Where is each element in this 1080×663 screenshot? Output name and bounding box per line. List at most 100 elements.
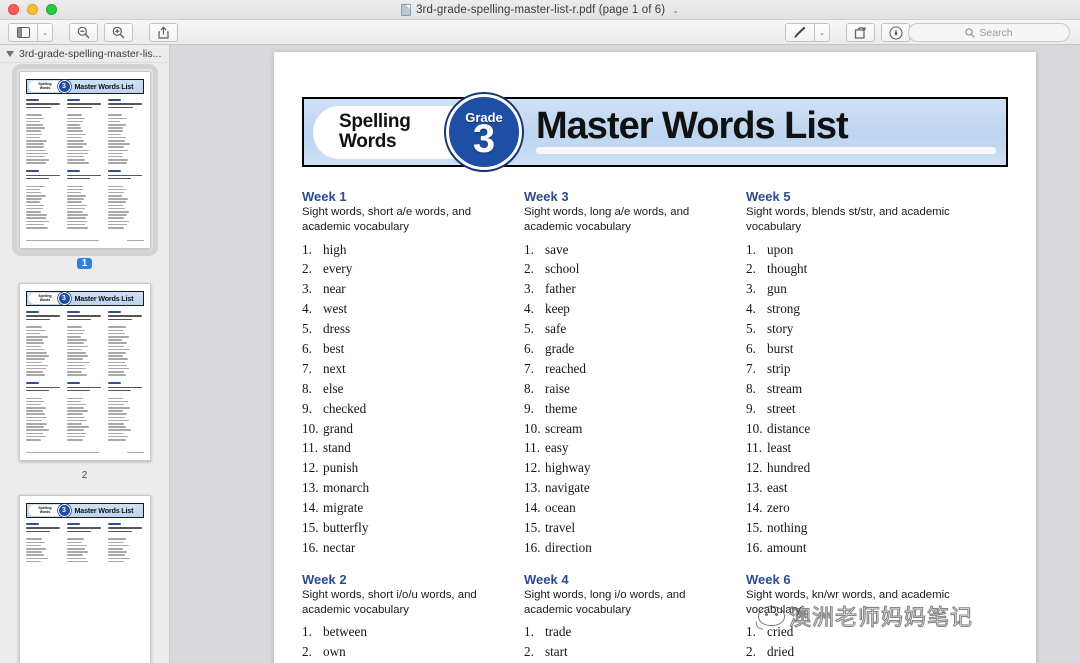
word-item: 8. else	[302, 382, 512, 402]
word-item: 15. nothing	[746, 521, 956, 541]
word-list: 1. save 2. school 3. father 4. keep 5. safe 6…	[524, 241, 734, 561]
word-number: 5.	[524, 321, 534, 337]
word-text: grade	[545, 341, 575, 357]
word-number: 2.	[746, 644, 756, 660]
markup-dropdown[interactable]: ⌄	[814, 23, 830, 42]
word-item: 11. least	[746, 441, 956, 461]
search-field[interactable]: Search	[908, 23, 1070, 42]
word-number: 13.	[746, 480, 763, 496]
thumbnail-page-3[interactable]: Spelling Words 3 Master Words List	[18, 495, 151, 663]
thumbnail-list: Spelling Words 3 Master Words List 1 Spe…	[0, 63, 169, 663]
week-heading: Week 5	[746, 189, 791, 204]
thumbnail-page-1[interactable]: Spelling Words 3 Master Words List	[11, 64, 158, 256]
word-number: 14.	[302, 500, 319, 516]
word-text: direction	[545, 539, 592, 555]
toolbar-right-group: ⌄	[785, 23, 916, 42]
word-number: 13.	[302, 480, 319, 496]
word-number: 5.	[302, 321, 312, 337]
chevron-down-icon: ⌄	[42, 29, 48, 37]
pdf-page: Spelling Words Grade 3 Master Words List…	[274, 52, 1036, 663]
word-item: 4. keep	[524, 302, 734, 322]
sidebar-header[interactable]: 3rd-grade-spelling-master-lis...	[0, 45, 169, 63]
share-button[interactable]	[149, 23, 178, 42]
thumb-title: Master Words List	[74, 294, 134, 303]
close-window-button[interactable]	[8, 4, 19, 15]
word-text: near	[323, 281, 346, 297]
word-number: 7.	[302, 360, 312, 376]
word-number: 8.	[524, 380, 534, 396]
sidebar-view-button[interactable]	[8, 23, 37, 42]
word-number: 13.	[524, 480, 541, 496]
thumbnail-item-3[interactable]: Spelling Words 3 Master Words List	[0, 495, 169, 663]
word-number: 12.	[524, 460, 541, 476]
word-number: 1.	[524, 241, 534, 257]
chevron-down-icon[interactable]: ⌄	[672, 6, 679, 15]
minimize-window-button[interactable]	[27, 4, 38, 15]
document-title: Master Words List	[536, 105, 849, 147]
word-item: 2. dried	[746, 645, 956, 663]
word-item: 6. burst	[746, 342, 956, 362]
word-number: 2.	[746, 261, 756, 277]
markup-button[interactable]	[785, 23, 814, 42]
word-text: school	[545, 261, 580, 277]
week-description: Sight words, long a/e words, and academi…	[524, 206, 690, 234]
word-text: dress	[323, 321, 351, 337]
word-text: grand	[323, 420, 354, 436]
word-item: 10. scream	[524, 421, 734, 442]
word-column-2: Week 3 Sight words, long a/e words, and …	[524, 189, 746, 663]
word-item: 7. next	[302, 362, 512, 382]
word-number: 15.	[302, 520, 319, 536]
annotate-button[interactable]	[881, 23, 910, 42]
word-item: 3. gun	[746, 282, 956, 302]
word-text: punish	[323, 460, 359, 476]
sidebar-view-dropdown[interactable]: ⌄	[37, 23, 53, 42]
word-item: 13. monarch	[302, 481, 512, 501]
week-block: Week 1 Sight words, short a/e words, and…	[302, 189, 512, 561]
week-description: Sight words, kn/wr words, and academic v…	[746, 588, 950, 617]
rotate-button[interactable]	[846, 23, 875, 42]
word-number: 10.	[746, 420, 763, 436]
word-number: 16.	[524, 539, 541, 555]
thumbnail-item-2[interactable]: Spelling Words 3 Master Words List 2	[0, 283, 169, 481]
word-number: 11.	[302, 440, 318, 456]
word-text: migrate	[323, 500, 364, 516]
week-block: Week 4 Sight words, long i/o words, and …	[524, 572, 734, 663]
word-item: 6. grade	[524, 342, 734, 362]
word-item: 15. travel	[524, 521, 734, 541]
word-number: 10.	[302, 420, 319, 436]
word-number: 1.	[746, 241, 756, 257]
pdf-viewer[interactable]: Spelling Words Grade 3 Master Words List…	[171, 45, 1080, 663]
word-text: theme	[545, 400, 578, 416]
thumbnail-page-2[interactable]: Spelling Words 3 Master Words List	[18, 283, 151, 461]
word-item: 11. stand	[302, 441, 512, 461]
word-text: trade	[545, 624, 572, 640]
word-number: 11.	[746, 440, 762, 456]
word-text: travel	[545, 520, 576, 536]
word-number: 2.	[524, 261, 534, 277]
week-description: Sight words, long i/o words, and academi…	[524, 588, 686, 617]
word-item: 9. street	[746, 401, 956, 422]
disclosure-triangle-icon[interactable]	[6, 50, 14, 57]
word-item: 5. safe	[524, 322, 734, 342]
word-text: high	[323, 241, 347, 257]
maximize-window-button[interactable]	[46, 4, 57, 15]
thumb-spelling-words-label: Spelling Words	[28, 81, 62, 92]
word-number: 3.	[746, 281, 756, 297]
zoom-in-button[interactable]	[104, 23, 133, 42]
word-item: 13. navigate	[524, 481, 734, 501]
thumbnail-item-1[interactable]: Spelling Words 3 Master Words List 1	[0, 64, 169, 269]
word-number: 5.	[746, 321, 756, 337]
word-item: 1. trade	[524, 625, 734, 645]
word-text: ocean	[545, 500, 576, 516]
word-text: upon	[767, 241, 794, 257]
word-text: butterfly	[323, 520, 369, 536]
thumb-title: Master Words List	[74, 82, 134, 91]
zoom-out-button[interactable]	[69, 23, 98, 42]
week-heading: Week 2	[302, 571, 347, 587]
thumbnail-sidebar[interactable]: 3rd-grade-spelling-master-lis... Spellin…	[0, 45, 170, 663]
word-item: 5. dress	[302, 322, 512, 342]
pdf-document-icon	[401, 4, 412, 16]
word-item: 4. strong	[746, 302, 956, 322]
word-item: 5. story	[746, 322, 956, 342]
word-item: 10. grand	[302, 420, 512, 442]
